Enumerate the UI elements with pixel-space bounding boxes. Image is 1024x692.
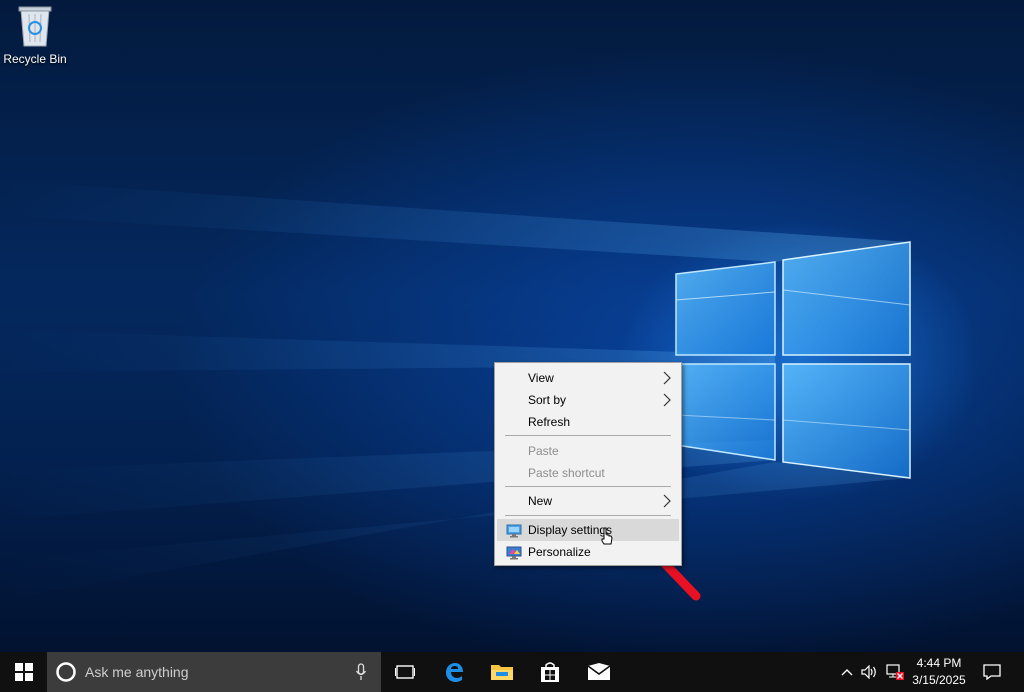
mail-icon	[587, 663, 611, 680]
menu-item-refresh[interactable]: Refresh	[497, 411, 679, 433]
action-center-button[interactable]	[980, 652, 1004, 692]
edge-icon	[446, 663, 463, 682]
menu-item-personalize[interactable]: Personalize	[497, 541, 679, 563]
recycle-bin-label: Recycle Bin	[3, 52, 67, 66]
store-icon	[541, 662, 559, 682]
recycle-bin-shortcut[interactable]: Recycle Bin	[2, 4, 68, 74]
personalize-icon	[506, 545, 522, 567]
file-explorer-button[interactable]	[478, 652, 526, 692]
menu-item-paste[interactable]: Paste	[497, 440, 679, 462]
mail-button[interactable]	[575, 652, 623, 692]
windows-start-icon	[15, 663, 33, 681]
volume-icon	[861, 665, 876, 679]
desktop[interactable]: Recycle Bin View Sort by Refresh Paste P…	[0, 0, 1024, 652]
edge-button[interactable]	[430, 652, 478, 692]
menu-separator	[505, 486, 671, 487]
task-view-button[interactable]	[381, 652, 429, 692]
cortana-search-box[interactable]: Ask me anything	[47, 652, 381, 692]
search-placeholder: Ask me anything	[85, 664, 189, 680]
desktop-context-menu: View Sort by Refresh Paste Paste shortcu…	[494, 362, 682, 566]
menu-separator	[505, 515, 671, 516]
show-hidden-icons-button[interactable]	[836, 652, 858, 692]
file-explorer-icon	[491, 665, 513, 680]
chevron-up-icon	[841, 669, 853, 676]
menu-item-new[interactable]: New	[497, 490, 679, 512]
microphone-icon[interactable]	[355, 663, 367, 681]
volume-button[interactable]	[859, 652, 881, 692]
clock-time: 4:44 PM	[916, 656, 962, 670]
clock[interactable]: 4:44 PM 3/15/2025	[900, 655, 978, 689]
menu-item-paste-shortcut[interactable]: Paste shortcut	[497, 462, 679, 484]
store-button[interactable]	[526, 652, 574, 692]
menu-item-sort-by[interactable]: Sort by	[497, 389, 679, 411]
taskbar: Ask me anything 4:44 PM 3/15/2025	[0, 652, 1024, 692]
menu-item-display-settings[interactable]: Display settings	[497, 519, 679, 541]
menu-item-view[interactable]: View	[497, 367, 679, 389]
recycle-bin-icon	[18, 6, 52, 47]
task-view-icon	[395, 665, 415, 679]
clock-date: 3/15/2025	[912, 673, 966, 687]
cortana-icon	[56, 662, 76, 682]
menu-separator	[505, 435, 671, 436]
mouse-pointer-icon	[601, 527, 613, 545]
start-button[interactable]	[0, 652, 48, 692]
action-center-icon	[983, 664, 1001, 680]
